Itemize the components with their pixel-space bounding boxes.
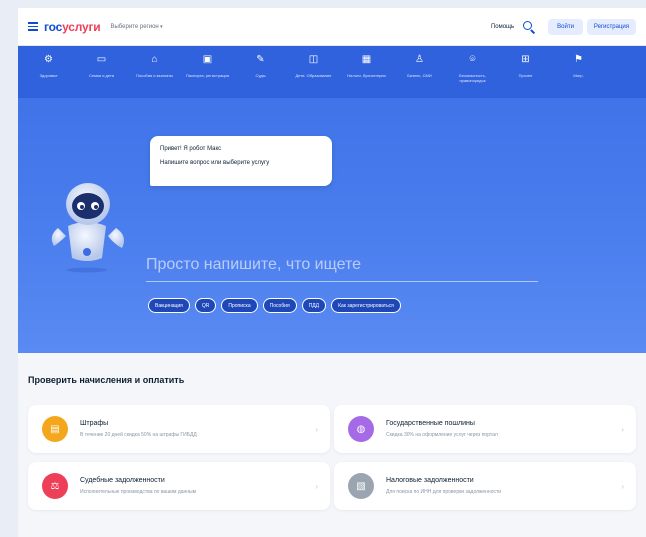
nav-item-label: Суды (255, 73, 266, 78)
search-prompt-input[interactable]: Просто напишите, что ищете (146, 252, 538, 282)
help-link[interactable]: Помощь (491, 24, 514, 30)
assistant-bubble: Привет! Я робот Макс Напишите вопрос или… (150, 136, 332, 186)
card-subtitle: Для поиска по ИНН для проверки задолженн… (386, 489, 502, 495)
doc-icon: ▣ (202, 54, 213, 65)
nav-item-6[interactable]: ▦ Налоги, бухгалтерия (340, 54, 393, 78)
gavel-icon: ⚖ (42, 473, 68, 499)
people-icon: ♙ (415, 54, 424, 65)
chevron-right-icon: › (621, 481, 624, 491)
home-icon: ⌂ (151, 54, 158, 65)
card-subtitle: Исполнительные производства по вашим дан… (80, 489, 197, 495)
quick-chip[interactable]: ПДД (301, 298, 327, 313)
nav-item-label: Паспорта, регистрации (185, 73, 230, 78)
chevron-right-icon: › (315, 481, 318, 491)
card-subtitle: В течение 20 дней скидка 50% на штрафы Г… (80, 432, 197, 438)
card-subtitle: Скидка 30% на оформление услуг через пор… (386, 432, 498, 438)
quick-chip[interactable]: Пособия (262, 298, 297, 313)
car-icon: ⚙ (44, 54, 53, 65)
nav-item-label: Дети. Образование (295, 73, 332, 78)
building-icon: ▦ (361, 54, 372, 65)
nav-item-label: Пособия и выплаты (136, 73, 173, 78)
chevron-right-icon: › (621, 424, 624, 434)
nav-item-8[interactable]: ⌾ Безопасность, правопорядок (446, 54, 499, 83)
assistant-greeting: Привет! Я робот Макс (160, 146, 222, 152)
coins-icon: ◍ (348, 416, 374, 442)
hero-section: ⚙ Здоровье ▭ Семья и дети ⌂ Пособия и выплаты… (18, 46, 646, 353)
flag-icon: ⚑ (574, 54, 583, 65)
nav-item-label: Налоги, бухгалтерия (347, 73, 386, 78)
receipt-icon: ▤ (42, 416, 68, 442)
category-nav: ⚙ Здоровье ▭ Семья и дети ⌂ Пособия и выплаты… (18, 46, 646, 98)
assistant-hint: Напишите вопрос или выберите услугу (160, 160, 270, 166)
nav-item-label: Бизнес, СМИ (407, 73, 432, 78)
card-title: Судебные задолженности (80, 477, 165, 484)
quick-chip[interactable]: Вакцинация (148, 298, 190, 313)
search-icon[interactable] (522, 20, 536, 34)
site-logo[interactable]: госуслуги (44, 20, 101, 34)
quick-chip[interactable]: Как зарегистрироваться (331, 298, 401, 313)
chevron-right-icon: › (315, 424, 318, 434)
card-title: Налоговые задолженности (386, 477, 474, 484)
payment-card[interactable]: ⚖ Судебные задолженности Исполнительные пр… (28, 462, 330, 510)
nav-item-2[interactable]: ⌂ Пособия и выплаты (128, 54, 181, 78)
top-header: госуслуги Выберите регион Помощь Войти Р… (18, 8, 646, 46)
section-title: Проверить начисления и оплатить (28, 375, 185, 385)
nav-item-5[interactable]: ◫ Дети. Образование (287, 54, 340, 78)
nav-item-label: Здоровье (39, 73, 58, 78)
card-title: Государственные пошлины (386, 420, 475, 427)
quick-chips: Вакцинация QR Прописка Пособия ПДД Как зареги… (148, 298, 401, 313)
nav-item-9[interactable]: ⊞ Прочее (499, 54, 552, 78)
region-selector[interactable]: Выберите регион (110, 24, 162, 30)
nav-item-label: Мигр. (573, 73, 584, 78)
pen-icon: ✎ (256, 54, 265, 65)
nav-item-10[interactable]: ⚑ Мигр. (552, 54, 605, 78)
card-title: Штрафы (80, 420, 109, 427)
robot-assistant-icon (51, 183, 124, 273)
grid-icon: ⊞ (521, 54, 530, 65)
register-button[interactable]: Регистрация (586, 18, 636, 35)
nav-item-4[interactable]: ✎ Суды (234, 54, 287, 78)
nav-item-label: Прочее (518, 73, 533, 78)
tax-icon: ▧ (348, 473, 374, 499)
book-icon: ◫ (308, 54, 319, 65)
folder-icon: ▭ (96, 54, 107, 65)
gosuslugi-page: госуслуги Выберите регион Помощь Войти Р… (18, 8, 646, 537)
payment-card[interactable]: ▧ Налоговые задолженности Для поиска по ИН… (334, 462, 636, 510)
login-button[interactable]: Войти (548, 18, 583, 35)
nav-item-0[interactable]: ⚙ Здоровье (22, 54, 75, 78)
quick-chip[interactable]: QR (194, 298, 217, 313)
payment-card[interactable]: ◍ Государственные пошлины Скидка 30% на оф… (334, 405, 636, 453)
shield-icon: ⌾ (469, 54, 476, 65)
nav-item-3[interactable]: ▣ Паспорта, регистрации (181, 54, 234, 78)
quick-chip[interactable]: Прописка (221, 298, 258, 313)
payment-card[interactable]: ▤ Штрафы В течение 20 дней скидка 50% на ш… (28, 405, 330, 453)
nav-item-label: Семья и дети (88, 73, 115, 78)
nav-item-7[interactable]: ♙ Бизнес, СМИ (393, 54, 446, 78)
menu-icon[interactable] (28, 22, 38, 31)
nav-item-label: Безопасность, правопорядок (459, 73, 486, 83)
nav-item-1[interactable]: ▭ Семья и дети (75, 54, 128, 78)
